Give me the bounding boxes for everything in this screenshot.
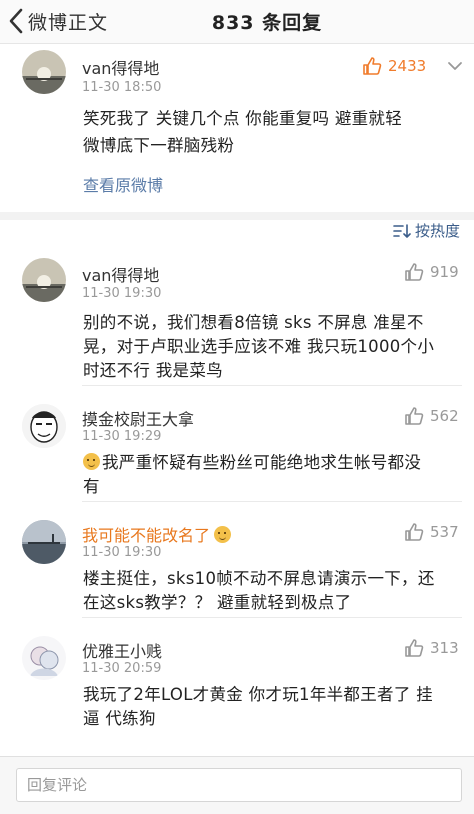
username[interactable]: van得得地 xyxy=(82,262,159,286)
reply-input[interactable] xyxy=(16,768,462,802)
thumbs-up-icon xyxy=(363,57,382,75)
comment-text-line: 楼主挺住，sks10帧不动不屏息请演示一下，还 xyxy=(83,569,435,588)
sort-icon xyxy=(393,223,411,238)
section-gap xyxy=(0,212,474,220)
like-count: 537 xyxy=(430,523,459,541)
view-original-link[interactable]: 查看原微博 xyxy=(83,172,163,196)
like-button[interactable]: 562 xyxy=(404,406,459,426)
comment-text-line: 笑死我了 关键几个点 你能重复吗 避重就轻 xyxy=(83,109,403,128)
comment-text-line: 在这sks教学？？ 避重就轻到极点了 xyxy=(83,593,352,612)
timestamp: 11-30 18:50 xyxy=(82,80,162,95)
like-button[interactable]: 313 xyxy=(404,638,459,658)
doge-emoji-icon xyxy=(83,453,100,470)
comment-text-line: 微博底下一群脑残粉 xyxy=(83,136,235,155)
like-count: 562 xyxy=(430,407,459,425)
like-count: 313 xyxy=(430,639,459,657)
nav-bar: 微博正文 833 条回复 xyxy=(0,0,474,44)
comment-text-line: 我玩了2年LOL才黄金 你才玩1年半都王者了 挂 xyxy=(83,685,433,704)
username[interactable]: 我可能不能改名了 xyxy=(82,522,233,546)
sort-by-popularity-button[interactable]: 按热度 xyxy=(393,220,460,241)
comment-text-line: 逼 代练狗 xyxy=(83,709,156,728)
sort-bar: 按热度 xyxy=(0,220,474,248)
list-item: 摸金校尉王大拿 11-30 19:29 562 我严重怀疑有些粉丝可能绝地求生帐… xyxy=(0,386,474,502)
list-item: van得得地 11-30 19:30 919 别的不说，我们想看8倍镜 sks … xyxy=(0,248,474,386)
timestamp: 11-30 20:59 xyxy=(82,661,162,676)
emoji-icon xyxy=(214,526,232,543)
thumbs-up-icon xyxy=(405,639,424,657)
comment-text-line: 晃，对于卢职业选手应该不难 我只玩1000个小 xyxy=(83,337,435,356)
username[interactable]: 摸金校尉王大拿 xyxy=(82,406,194,430)
timestamp: 11-30 19:30 xyxy=(82,286,162,301)
avatar[interactable] xyxy=(22,404,66,448)
timestamp: 11-30 19:29 xyxy=(82,429,162,444)
like-button[interactable]: 2433 xyxy=(362,56,426,76)
comment-list: van得得地 11-30 19:30 919 别的不说，我们想看8倍镜 sks … xyxy=(0,248,474,756)
thumbs-up-icon xyxy=(405,407,424,425)
comment-text-line: 我严重怀疑有些粉丝可能绝地求生帐号都没 xyxy=(83,449,421,476)
chevron-down-icon[interactable] xyxy=(446,57,464,75)
thumbs-up-icon xyxy=(405,523,424,541)
avatar[interactable] xyxy=(22,636,66,680)
like-count: 2433 xyxy=(388,57,427,75)
reply-bar xyxy=(0,756,474,814)
list-item: 优雅王小贱 11-30 20:59 313 我玩了2年LOL才黄金 你才玩1年半… xyxy=(0,618,474,734)
comment-text-line: 有 xyxy=(83,477,100,496)
avatar[interactable] xyxy=(22,520,66,564)
username[interactable]: van得得地 xyxy=(82,55,159,79)
list-item: 我可能不能改名了 11-30 19:30 537 楼主挺住，sks10帧不动不屏… xyxy=(0,502,474,618)
like-count: 919 xyxy=(430,263,459,281)
avatar[interactable] xyxy=(22,50,66,94)
like-button[interactable]: 919 xyxy=(404,262,459,282)
like-button[interactable]: 537 xyxy=(404,522,459,542)
page-title: 833 条回复 xyxy=(211,12,323,34)
sort-label: 按热度 xyxy=(414,222,460,240)
thumbs-up-icon xyxy=(405,263,424,281)
avatar[interactable] xyxy=(22,258,66,302)
original-comment: van得得地 11-30 18:50 2433 笑死我了 关键几个点 你能重复吗… xyxy=(0,44,474,212)
comment-text-line: 时还不行 我是菜鸟 xyxy=(83,361,223,380)
comment-text-line: 别的不说，我们想看8倍镜 sks 不屏息 准星不 xyxy=(83,313,424,332)
timestamp: 11-30 19:30 xyxy=(82,545,162,560)
comment-text: 我严重怀疑有些粉丝可能绝地求生帐号都没 xyxy=(102,453,422,472)
username[interactable]: 优雅王小贱 xyxy=(82,638,162,662)
